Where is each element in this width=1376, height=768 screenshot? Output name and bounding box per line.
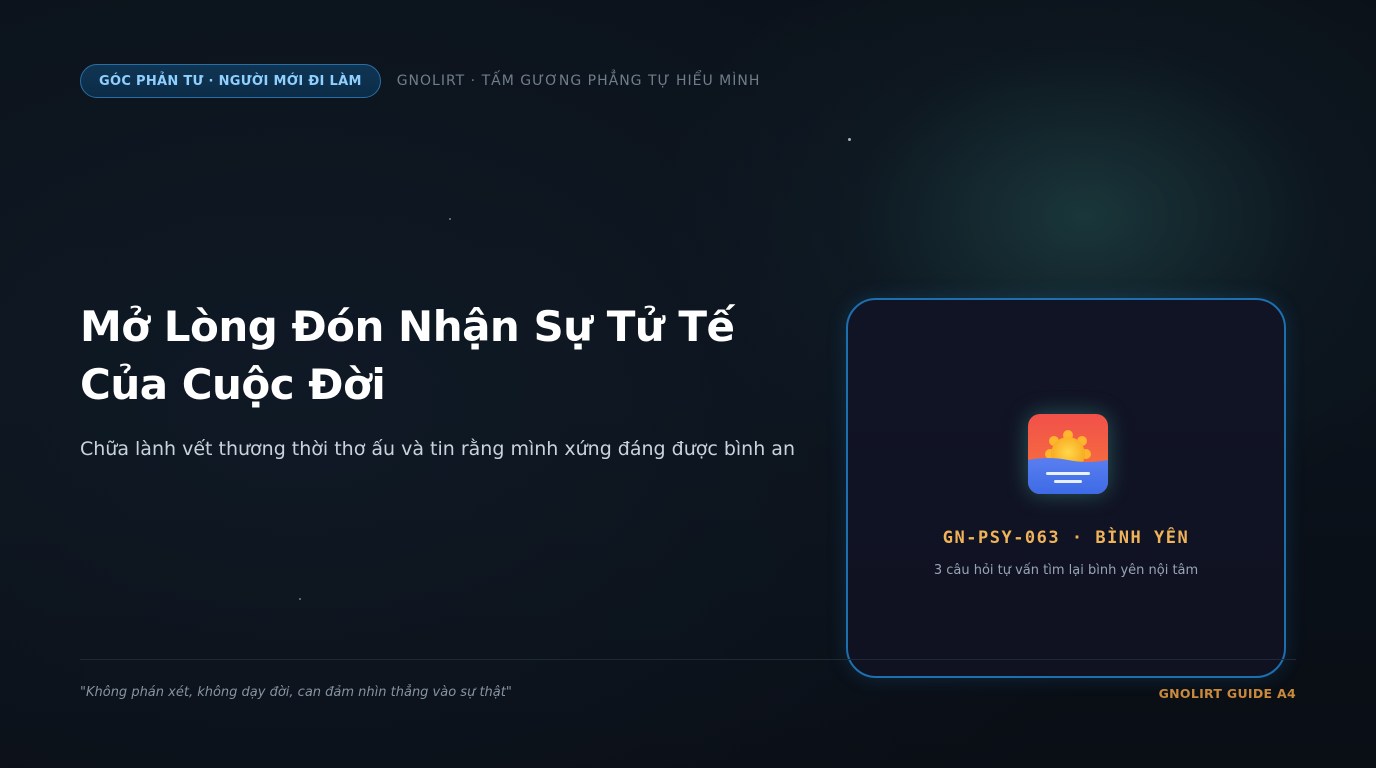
decorative-star	[299, 598, 301, 600]
brand-tagline: GNOLIRT · TẤM GƯƠNG PHẲNG TỰ HIỂU MÌNH	[396, 73, 761, 89]
sunset-over-water-icon	[1028, 414, 1108, 494]
guide-description: 3 câu hỏi tự vấn tìm lại bình yên nội tâ…	[933, 563, 1199, 578]
footer-quote: "Không phán xét, không dạy đời, can đảm …	[80, 685, 512, 700]
page-title-line-1: Mở Lòng Đón Nhận Sự Tử Tế	[80, 302, 735, 351]
decorative-star	[848, 138, 851, 141]
guide-code: GN-PSY-063 · BÌNH YÊN	[942, 528, 1190, 548]
footer-brand: GNOLIRT GUIDE A4	[1158, 686, 1296, 701]
page-title: Mở Lòng Đón Nhận Sự Tử Tế Của Cuộc Đời	[80, 298, 800, 414]
footer-divider	[80, 659, 1296, 660]
page-subtitle: Chữa lành vết thương thời thơ ấu và tin …	[80, 438, 795, 460]
page-title-line-2: Của Cuộc Đời	[80, 360, 386, 409]
category-badge[interactable]: GÓC PHẢN TƯ · NGƯỜI MỚI ĐI LÀM	[80, 64, 381, 98]
guide-card[interactable]: GN-PSY-063 · BÌNH YÊN 3 câu hỏi tự vấn t…	[846, 298, 1286, 678]
header: GÓC PHẢN TƯ · NGƯỜI MỚI ĐI LÀM GNOLIRT ·…	[80, 64, 760, 98]
decorative-star	[449, 218, 451, 220]
